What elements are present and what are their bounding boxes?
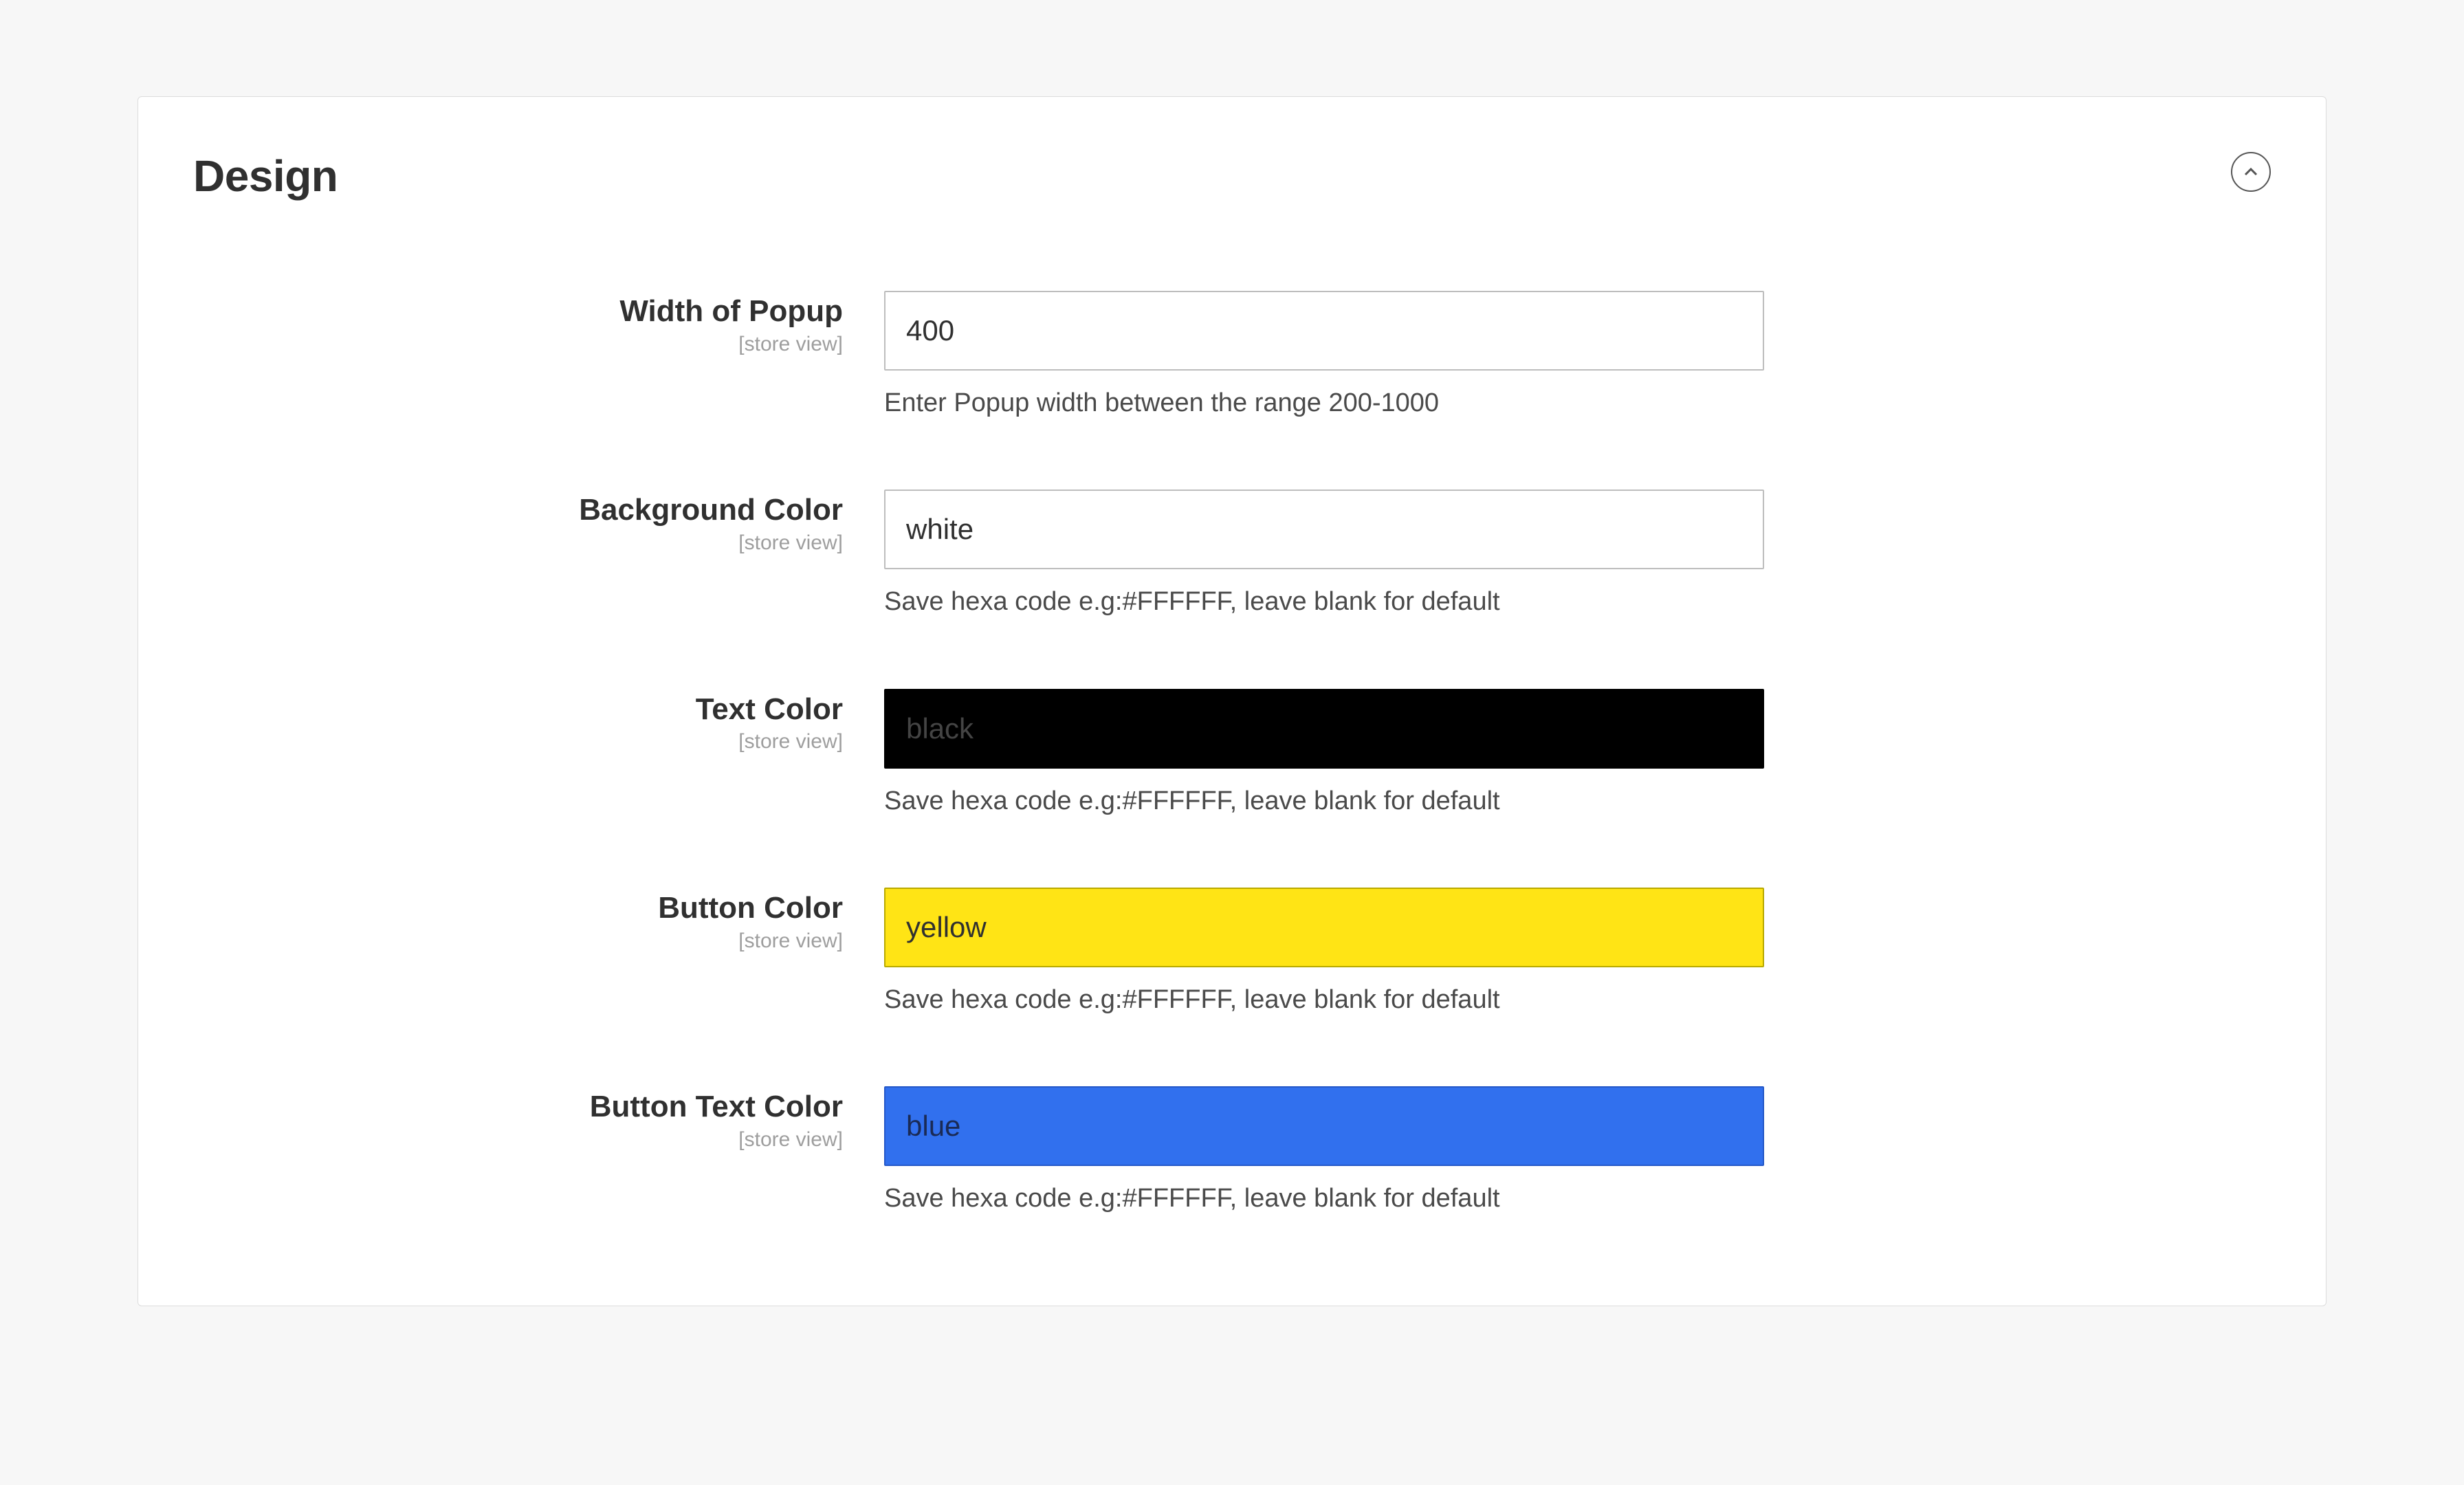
input-col: Enter Popup width between the range 200-…	[884, 291, 1764, 421]
width-helper: Enter Popup width between the range 200-…	[884, 386, 1764, 421]
input-col: Save hexa code e.g:#FFFFFF, leave blank …	[884, 1086, 1764, 1216]
text-color-input[interactable]	[884, 689, 1764, 769]
panel-title: Design	[193, 151, 2271, 201]
width-label: Width of Popup	[619, 294, 843, 328]
bg-color-input[interactable]	[884, 490, 1764, 569]
page-root: Design Width of Popup [store view] Enter…	[0, 0, 2464, 1485]
input-col: Save hexa code e.g:#FFFFFF, leave blank …	[884, 490, 1764, 619]
field-row-width: Width of Popup [store view] Enter Popup …	[193, 291, 2271, 421]
collapse-toggle[interactable]	[2231, 152, 2271, 192]
scope-label: [store view]	[193, 531, 843, 555]
button-text-color-input[interactable]	[884, 1086, 1764, 1166]
label-col: Background Color [store view]	[193, 490, 884, 555]
text-color-helper: Save hexa code e.g:#FFFFFF, leave blank …	[884, 784, 1764, 819]
field-row-button-text-color: Button Text Color [store view] Save hexa…	[193, 1086, 2271, 1216]
text-color-label: Text Color	[696, 692, 843, 726]
label-col: Button Color [store view]	[193, 888, 884, 953]
button-text-color-label: Button Text Color	[590, 1090, 843, 1123]
bg-color-label: Background Color	[579, 493, 843, 527]
button-color-helper: Save hexa code e.g:#FFFFFF, leave blank …	[884, 982, 1764, 1018]
bg-color-helper: Save hexa code e.g:#FFFFFF, leave blank …	[884, 584, 1764, 619]
scope-label: [store view]	[193, 930, 843, 953]
button-color-input[interactable]	[884, 888, 1764, 967]
field-row-text-color: Text Color [store view] Save hexa code e…	[193, 689, 2271, 819]
input-col: Save hexa code e.g:#FFFFFF, leave blank …	[884, 888, 1764, 1018]
width-input[interactable]	[884, 291, 1764, 371]
button-text-color-helper: Save hexa code e.g:#FFFFFF, leave blank …	[884, 1181, 1764, 1216]
field-row-bg-color: Background Color [store view] Save hexa …	[193, 490, 2271, 619]
field-row-button-color: Button Color [store view] Save hexa code…	[193, 888, 2271, 1018]
design-panel: Design Width of Popup [store view] Enter…	[138, 96, 2326, 1306]
label-col: Text Color [store view]	[193, 689, 884, 754]
input-col: Save hexa code e.g:#FFFFFF, leave blank …	[884, 689, 1764, 819]
scope-label: [store view]	[193, 1128, 843, 1152]
button-color-label: Button Color	[658, 891, 843, 925]
chevron-up-icon	[2243, 164, 2259, 180]
scope-label: [store view]	[193, 333, 843, 356]
scope-label: [store view]	[193, 730, 843, 754]
label-col: Width of Popup [store view]	[193, 291, 884, 356]
label-col: Button Text Color [store view]	[193, 1086, 884, 1152]
